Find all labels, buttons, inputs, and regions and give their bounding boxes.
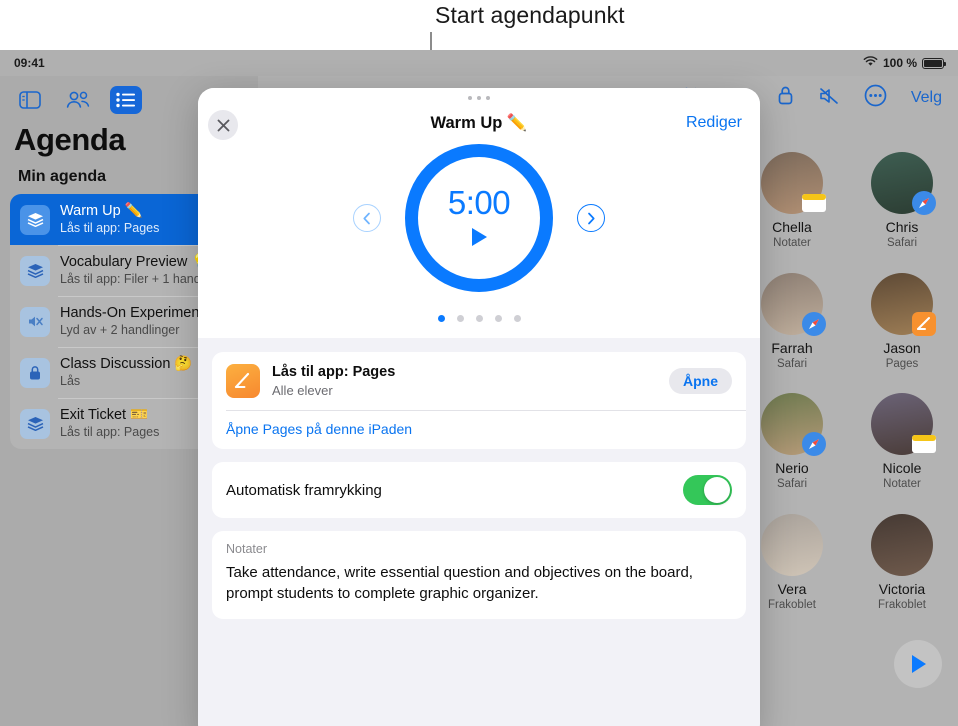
avatar [761, 514, 823, 577]
pages-icon [911, 311, 937, 337]
status-right: 100 % [863, 56, 946, 70]
mute-icon [20, 306, 50, 337]
more-circle-icon[interactable] [864, 84, 887, 112]
avatar [871, 152, 936, 215]
app-lock-subtitle: Alle elever [272, 382, 333, 398]
student-status: Pages [885, 357, 919, 370]
notes-card[interactable]: Notater Take attendance, write essential… [212, 531, 746, 620]
timer-value: 5:00 [447, 184, 511, 221]
open-app-button[interactable]: Åpne [669, 368, 732, 395]
safari-icon [801, 431, 827, 457]
agenda-item-subtitle: Lås til app: Pages [60, 425, 160, 440]
auto-advance-label: Automatisk framrykking [226, 481, 382, 499]
agenda-item-title: Warm Up ✏️ [60, 203, 143, 219]
student-status: Safari [886, 236, 918, 249]
agenda-item-title: Vocabulary Preview 💡 [60, 254, 210, 270]
agenda-item-title: Exit Ticket 🎫 [60, 407, 149, 423]
pages-icon [226, 364, 260, 399]
auto-advance-toggle[interactable] [683, 475, 732, 506]
avatar [871, 393, 936, 456]
modal-title: Warm Up ✏️ [430, 114, 528, 132]
student-name: Nicole [882, 460, 922, 477]
battery-percent: 100 % [882, 56, 917, 70]
agenda-item-detail-modal: Warm Up ✏️ Rediger 5:00 Lås til app: Pag… [198, 88, 760, 726]
app-lock-title: Lås til app: Pages [272, 364, 396, 380]
layers-icon [20, 204, 50, 235]
notes-label: Notater [226, 542, 267, 557]
mute-icon[interactable] [818, 86, 840, 111]
edit-button[interactable]: Rediger [686, 114, 742, 132]
ipad-screen: 09:41 100 % Agenda Min agenda Warm Up ✏️… [0, 50, 958, 726]
page-indicator[interactable] [198, 315, 760, 322]
agenda-item-subtitle: Lås til app: Pages [60, 221, 160, 236]
agenda-item-title: Class Discussion 🤔 [60, 356, 193, 372]
agenda-item-subtitle: Lås til app: Filer + 1 handling [60, 272, 221, 287]
layers-icon [20, 408, 50, 439]
notes-icon [911, 431, 937, 457]
drag-handle[interactable] [468, 96, 490, 100]
avatar [761, 272, 826, 336]
student-grid: Chella Notater Chris Safari Farrah Safar… [742, 152, 952, 613]
student-card[interactable]: Victoria Frakoblet [852, 514, 952, 613]
avatar [871, 514, 933, 577]
lock-icon[interactable] [777, 85, 794, 111]
agenda-item-texts: Warm Up ✏️ Lås til app: Pages [60, 202, 159, 237]
screenshot-root: Start agendapunkt 09:41 100 % Agenda Min… [0, 0, 958, 726]
agenda-item-texts: Vocabulary Preview 💡 Lås til app: Filer … [60, 253, 220, 288]
layers-icon [20, 255, 50, 286]
select-button[interactable]: Velg [911, 89, 942, 107]
play-icon [467, 225, 491, 254]
chevron-right-icon[interactable] [577, 204, 605, 232]
sidebar-toggle-icon[interactable] [14, 86, 46, 114]
agenda-item-subtitle: Lås [60, 374, 81, 389]
list-icon[interactable] [110, 86, 142, 114]
auto-advance-card: Automatisk framrykking [212, 462, 746, 519]
avatar [761, 152, 826, 214]
student-card[interactable]: Jason Pages [852, 272, 952, 372]
start-session-button[interactable] [894, 640, 942, 688]
app-lock-texts: Lås til app: Pages Alle elever [272, 363, 657, 399]
student-name: Chris [885, 219, 919, 235]
agenda-item-texts: Class Discussion 🤔 Lås [60, 355, 192, 390]
wifi-icon [863, 56, 878, 70]
safari-icon [801, 311, 827, 337]
student-status: Notater [883, 478, 921, 491]
modal-body: Lås til app: Pages Alle elever Åpne Åpne… [198, 338, 760, 620]
student-card[interactable]: Chris Safari [852, 152, 952, 251]
status-time: 09:41 [14, 56, 45, 70]
auto-advance-row: Automatisk framrykking [212, 462, 746, 518]
modal-header: Warm Up ✏️ Rediger 5:00 [198, 88, 760, 338]
avatar [871, 272, 936, 336]
status-bar: 09:41 100 % [0, 50, 958, 76]
notes-icon [801, 190, 827, 216]
student-card[interactable]: Nicole Notater [852, 393, 952, 492]
timer-control: 5:00 [198, 144, 760, 292]
avatar [761, 393, 826, 457]
app-lock-card: Lås til app: Pages Alle elever Åpne Åpne… [212, 352, 746, 450]
chevron-left-icon[interactable] [353, 204, 381, 232]
student-name: Jason [883, 339, 921, 356]
open-on-ipad-link[interactable]: Åpne Pages på denne iPaden [212, 411, 746, 449]
lock-icon [20, 357, 50, 388]
student-name: Victoria [878, 581, 926, 598]
timer-button[interactable]: 5:00 [405, 144, 553, 292]
app-lock-row: Lås til app: Pages Alle elever Åpne [212, 352, 746, 410]
student-status: Frakoblet [878, 599, 926, 611]
battery-icon [922, 57, 946, 69]
agenda-item-texts: Exit Ticket 🎫 Lås til app: Pages [60, 406, 159, 441]
callout-label: Start agendapunkt [435, 2, 625, 28]
safari-icon [911, 190, 937, 216]
people-icon[interactable] [62, 86, 94, 114]
notes-text: Take attendance, write essential questio… [226, 564, 693, 603]
